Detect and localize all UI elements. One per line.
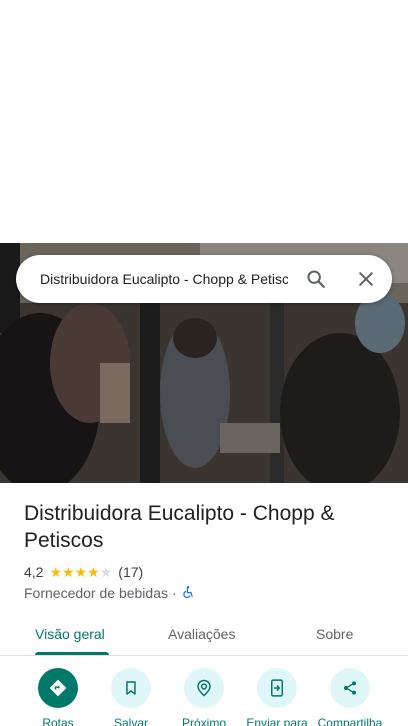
directions-label: Rotas — [42, 716, 74, 726]
review-count[interactable]: (17) — [118, 564, 143, 580]
star-icon: ★ — [62, 564, 75, 580]
search-input[interactable]: Distribuidora Eucalipto - Chopp & Petisc… — [40, 271, 288, 287]
separator-dot: · — [172, 585, 177, 601]
share-button[interactable]: Compartilha — [310, 668, 390, 726]
nearby-label: Próximo — [181, 716, 226, 726]
rating-value: 4,2 — [24, 564, 44, 580]
rating-stars: ★ ★ ★ ★ ★ — [49, 565, 112, 579]
place-category: Fornecedor de bebidas — [24, 585, 168, 601]
search-bar[interactable]: Distribuidora Eucalipto - Chopp & Petisc… — [16, 255, 392, 303]
star-icon: ★ — [49, 564, 63, 580]
send-to-phone-label: Enviar para — [246, 716, 308, 726]
bookmark-icon — [111, 668, 151, 708]
place-name: Distribuidora Eucalipto - Chopp & Petisc… — [24, 502, 335, 552]
save-button[interactable]: Salvar — [91, 668, 171, 726]
map-area-blank — [0, 0, 408, 243]
active-tab-indicator — [35, 652, 109, 655]
directions-button[interactable]: Rotas — [18, 668, 98, 726]
tab-overview[interactable]: Visão geral — [35, 612, 105, 656]
directions-icon — [38, 668, 78, 708]
tab-about[interactable]: Sobre — [316, 612, 353, 656]
wheelchair-icon[interactable] — [181, 585, 195, 602]
send-to-phone-icon — [257, 668, 297, 708]
star-empty-icon: ★ — [99, 564, 113, 580]
send-to-phone-button[interactable]: Enviar para — [237, 668, 317, 726]
tab-bar: Visão geral Avaliações Sobre — [0, 612, 408, 656]
share-icon — [330, 668, 370, 708]
save-label: Salvar — [113, 716, 148, 726]
share-label: Compartilha — [317, 716, 383, 726]
star-icon: ★ — [87, 564, 100, 580]
nearby-button[interactable]: Próximo — [164, 668, 244, 726]
category-row: Fornecedor de bebidas · — [24, 584, 195, 602]
rating-row[interactable]: 4,2 ★ ★ ★ ★ ★ (17) — [24, 563, 143, 581]
search-icon[interactable] — [302, 265, 330, 293]
star-icon: ★ — [74, 564, 88, 580]
nearby-icon — [184, 668, 224, 708]
tab-reviews[interactable]: Avaliações — [168, 612, 235, 656]
action-buttons: Rotas Salvar Próximo Enviar para Compart… — [0, 668, 408, 726]
close-icon[interactable] — [352, 265, 380, 293]
